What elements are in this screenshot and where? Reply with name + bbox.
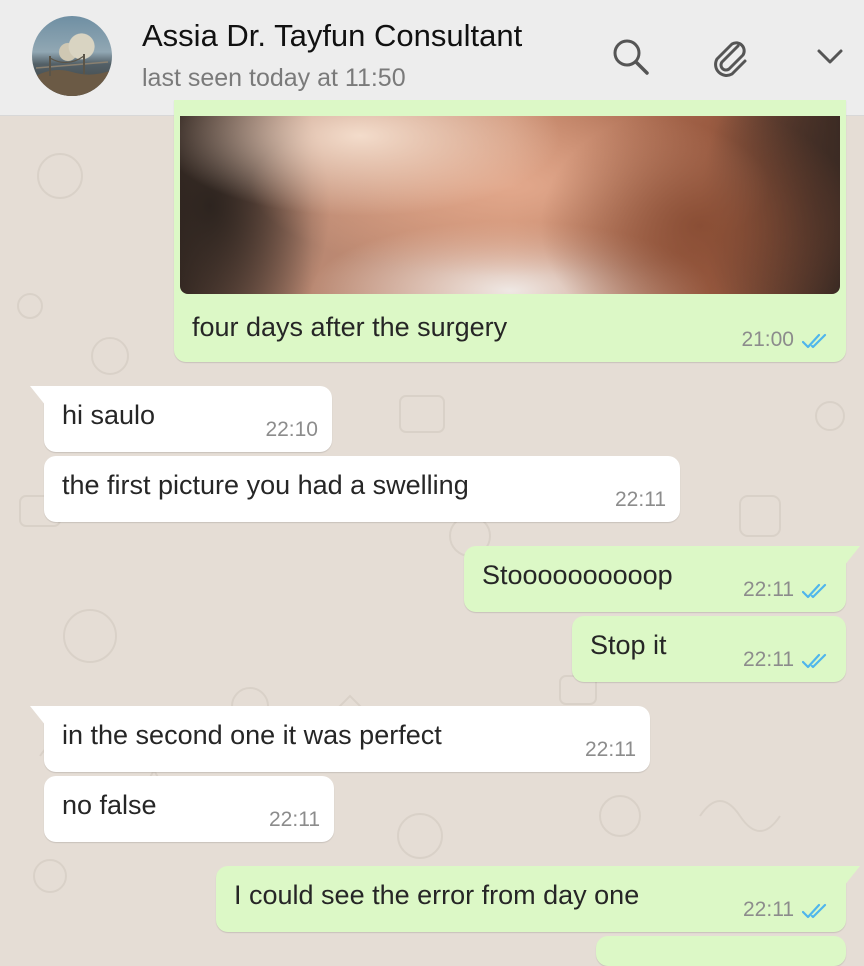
search-icon[interactable] <box>608 34 652 78</box>
chevron-down-icon[interactable] <box>808 34 852 78</box>
message-time: 22:11 <box>743 648 794 671</box>
contact-name[interactable]: Assia Dr. Tayfun Consultant <box>142 18 522 54</box>
incoming-message[interactable]: no false 22:11 <box>44 776 334 842</box>
message-text: Stoooooooooop <box>482 560 673 590</box>
read-receipt-icon <box>802 653 827 669</box>
outgoing-message-partial[interactable] <box>596 936 846 966</box>
message-text: I could see the error from day one <box>234 880 640 910</box>
message-time: 22:11 <box>269 808 320 831</box>
message-text: four days after the surgery <box>192 312 508 342</box>
message-time: 22:10 <box>265 418 318 441</box>
message-photo[interactable] <box>180 116 840 294</box>
incoming-message[interactable]: in the second one it was perfect 22:11 <box>30 706 650 772</box>
message-text: the first picture you had a swelling <box>62 470 469 500</box>
bubble-tail <box>30 386 46 406</box>
read-receipt-icon <box>802 903 827 919</box>
outgoing-message[interactable]: four days after the surgery 21:00 <box>174 100 846 362</box>
read-receipt-icon <box>802 583 827 599</box>
bubble-tail <box>844 546 860 566</box>
message-text: in the second one it was perfect <box>62 720 442 750</box>
bubble-tail <box>844 866 860 886</box>
read-receipt-icon <box>802 333 827 349</box>
last-seen-status: last seen today at 11:50 <box>142 64 406 92</box>
message-text: Stop it <box>590 630 667 660</box>
message-time: 22:11 <box>743 898 794 921</box>
message-time: 22:11 <box>615 488 666 511</box>
message-time: 22:11 <box>743 578 794 601</box>
incoming-message[interactable]: the first picture you had a swelling 22:… <box>44 456 680 522</box>
message-time: 21:00 <box>741 328 794 351</box>
outgoing-message[interactable]: I could see the error from day one 22:11 <box>216 866 860 932</box>
bubble-tail <box>30 706 46 726</box>
chat-header: Assia Dr. Tayfun Consultant last seen to… <box>0 0 864 116</box>
incoming-message[interactable]: hi saulo 22:10 <box>30 386 332 452</box>
message-time: 22:11 <box>585 738 636 761</box>
outgoing-message[interactable]: Stop it 22:11 <box>572 616 846 682</box>
paperclip-icon[interactable] <box>708 34 752 78</box>
message-text: no false <box>62 790 157 820</box>
outgoing-message[interactable]: Stoooooooooop 22:11 <box>464 546 860 612</box>
message-text: hi saulo <box>62 400 156 430</box>
avatar[interactable] <box>32 16 112 96</box>
